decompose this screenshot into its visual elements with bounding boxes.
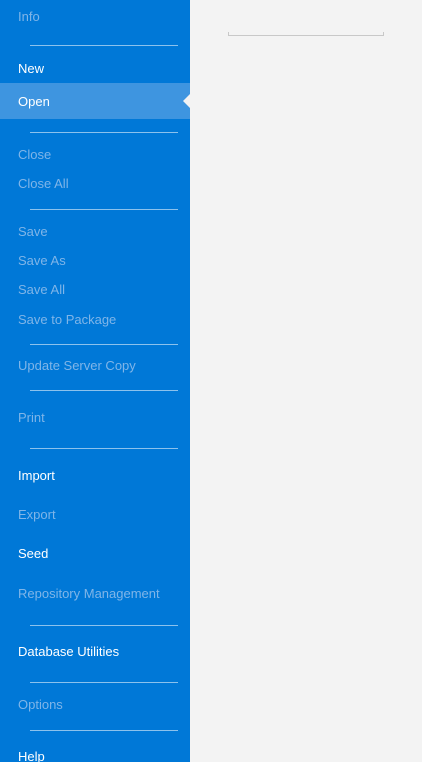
menu-item-new[interactable]: New	[0, 50, 190, 86]
separator	[30, 730, 178, 731]
separator	[30, 209, 178, 210]
menu-item-save-to-package: Save to Package	[18, 311, 117, 327]
menu-item-options: Options	[18, 696, 63, 712]
separator	[30, 344, 178, 345]
menu-item-update-server-copy: Update Server Copy	[18, 357, 136, 373]
separator	[30, 625, 178, 626]
separator	[30, 45, 178, 46]
menu-item-close-all: Close All	[18, 175, 69, 191]
menu-item-info: Info	[18, 8, 40, 24]
backstage-content	[190, 0, 422, 762]
backstage-view: Info New Open Close Close All Save Save …	[0, 0, 422, 762]
content-divider	[228, 32, 384, 36]
menu-item-export: Export	[18, 506, 56, 522]
separator	[30, 448, 178, 449]
menu-item-print: Print	[18, 409, 45, 425]
backstage-nav: Info New Open Close Close All Save Save …	[0, 0, 190, 762]
menu-item-import[interactable]: Import	[0, 457, 190, 493]
menu-item-help[interactable]: Help	[0, 738, 190, 762]
menu-item-seed[interactable]: Seed	[0, 535, 190, 571]
menu-item-database-utilities[interactable]: Database Utilities	[0, 633, 190, 669]
separator	[30, 682, 178, 683]
menu-item-open[interactable]: Open	[0, 83, 190, 119]
menu-item-repository-management: Repository Management	[18, 585, 160, 601]
separator	[30, 132, 178, 133]
separator	[30, 390, 178, 391]
